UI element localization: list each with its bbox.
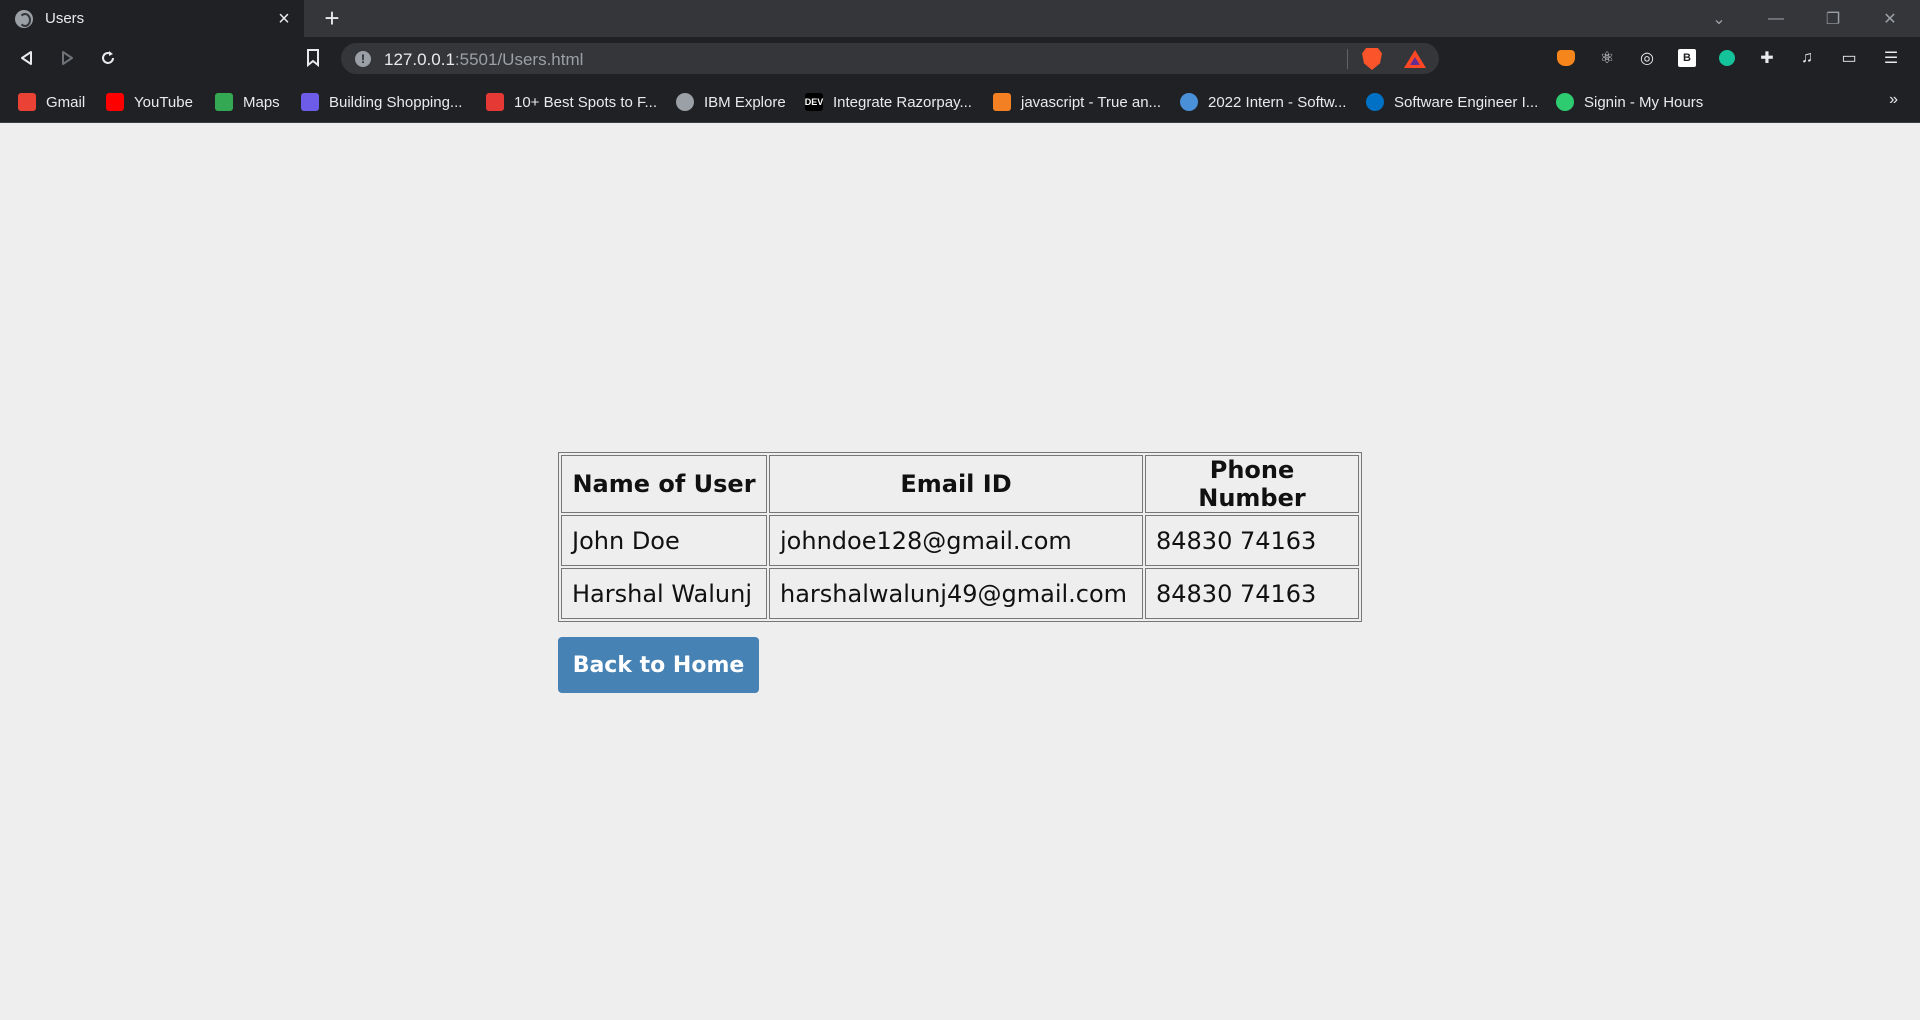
grammarly-icon[interactable] <box>1716 47 1738 69</box>
user-name-cell: John Doe <box>561 515 767 566</box>
brave-rewards-icon[interactable] <box>1404 50 1426 68</box>
user-phone-cell: 84830 74163 <box>1145 515 1359 566</box>
bookmark-maps[interactable]: Maps <box>215 91 280 113</box>
bookmark-javascript[interactable]: javascript - True an... <box>993 91 1161 113</box>
bookmark-building-shopping[interactable]: Building Shopping... <box>301 91 462 113</box>
site-info-icon[interactable]: ! <box>355 51 371 67</box>
extension-b-icon[interactable]: B <box>1676 47 1698 69</box>
users-table: Name of User Email ID Phone Number John … <box>558 452 1362 622</box>
extensions-puzzle-icon[interactable]: ✚ <box>1756 47 1778 69</box>
tab-strip: Users × + ⌄ — ❐ ✕ <box>0 0 1920 37</box>
tab-users[interactable]: Users × <box>0 0 304 37</box>
column-header-phone: Phone Number <box>1145 455 1359 513</box>
spot-icon <box>486 93 504 111</box>
intel-icon <box>1366 93 1384 111</box>
user-phone-cell: 84830 74163 <box>1145 568 1359 619</box>
browser-toolbar: ! 127.0.0.1:5501/Users.html ⚛ ◎ B ✚ ♫ ▭ … <box>0 37 1920 79</box>
column-header-name: Name of User <box>561 455 767 513</box>
back-icon[interactable] <box>14 45 40 71</box>
tab-title: Users <box>45 10 85 27</box>
brave-shields-icon[interactable] <box>1362 48 1382 70</box>
page-content: Name of User Email ID Phone Number John … <box>0 124 1920 1020</box>
bookmarks-bar: Gmail YouTube Maps Building Shopping... … <box>0 79 1920 123</box>
more-bookmarks-icon[interactable]: » <box>1889 91 1898 109</box>
column-header-email: Email ID <box>769 455 1143 513</box>
media-controls-icon[interactable]: ♫ <box>1796 47 1818 69</box>
minimize-icon[interactable]: — <box>1752 0 1800 37</box>
close-icon[interactable]: × <box>274 9 294 29</box>
gmail-icon <box>18 93 36 111</box>
bookmark-my-hours[interactable]: Signin - My Hours <box>1556 91 1703 113</box>
table-row: Harshal Walunj harshalwalunj49@gmail.com… <box>561 568 1359 619</box>
globe-icon <box>15 9 33 28</box>
bookmark-razorpay[interactable]: DEV Integrate Razorpay... <box>805 91 972 113</box>
reload-icon[interactable] <box>95 45 121 71</box>
user-email-cell: harshalwalunj49@gmail.com <box>769 568 1143 619</box>
bookmark-ibm-explore[interactable]: IBM Explore <box>676 91 786 113</box>
bookmark-software-engineer[interactable]: Software Engineer I... <box>1366 91 1538 113</box>
myhours-icon <box>1556 93 1574 111</box>
wallet-icon[interactable]: ▭ <box>1838 47 1860 69</box>
dev-icon: DEV <box>805 93 823 111</box>
stackoverflow-icon <box>993 93 1011 111</box>
divider <box>1347 49 1348 69</box>
user-email-cell: johndoe128@gmail.com <box>769 515 1143 566</box>
restore-icon[interactable]: ❐ <box>1809 0 1857 37</box>
menu-icon[interactable]: ☰ <box>1880 47 1902 69</box>
table-row: John Doe johndoe128@gmail.com 84830 7416… <box>561 515 1359 566</box>
bookmark-intern[interactable]: 2022 Intern - Softw... <box>1180 91 1346 113</box>
bookmark-gmail[interactable]: Gmail <box>18 91 85 113</box>
bookmark-icon[interactable] <box>300 45 326 71</box>
metamask-icon[interactable] <box>1555 47 1577 69</box>
table-header-row: Name of User Email ID Phone Number <box>561 455 1359 513</box>
user-name-cell: Harshal Walunj <box>561 568 767 619</box>
wp-icon <box>301 93 319 111</box>
address-bar[interactable]: ! 127.0.0.1:5501/Users.html <box>341 43 1439 74</box>
react-devtools-icon[interactable]: ⚛ <box>1596 47 1618 69</box>
target-icon[interactable]: ◎ <box>1636 47 1658 69</box>
bookmark-youtube[interactable]: YouTube <box>106 91 193 113</box>
back-to-home-button[interactable]: Back to Home <box>558 637 759 693</box>
youtube-icon <box>106 93 124 111</box>
forward-icon[interactable] <box>54 45 80 71</box>
url-text: 127.0.0.1:5501/Users.html <box>384 50 584 69</box>
intern-icon <box>1180 93 1198 111</box>
globe-icon <box>676 93 694 111</box>
tab-search-icon[interactable]: ⌄ <box>1695 0 1743 37</box>
maps-icon <box>215 93 233 111</box>
bookmark-best-spots[interactable]: 10+ Best Spots to F... <box>486 91 657 113</box>
new-tab-button[interactable]: + <box>318 4 346 32</box>
window-close-icon[interactable]: ✕ <box>1866 0 1914 37</box>
